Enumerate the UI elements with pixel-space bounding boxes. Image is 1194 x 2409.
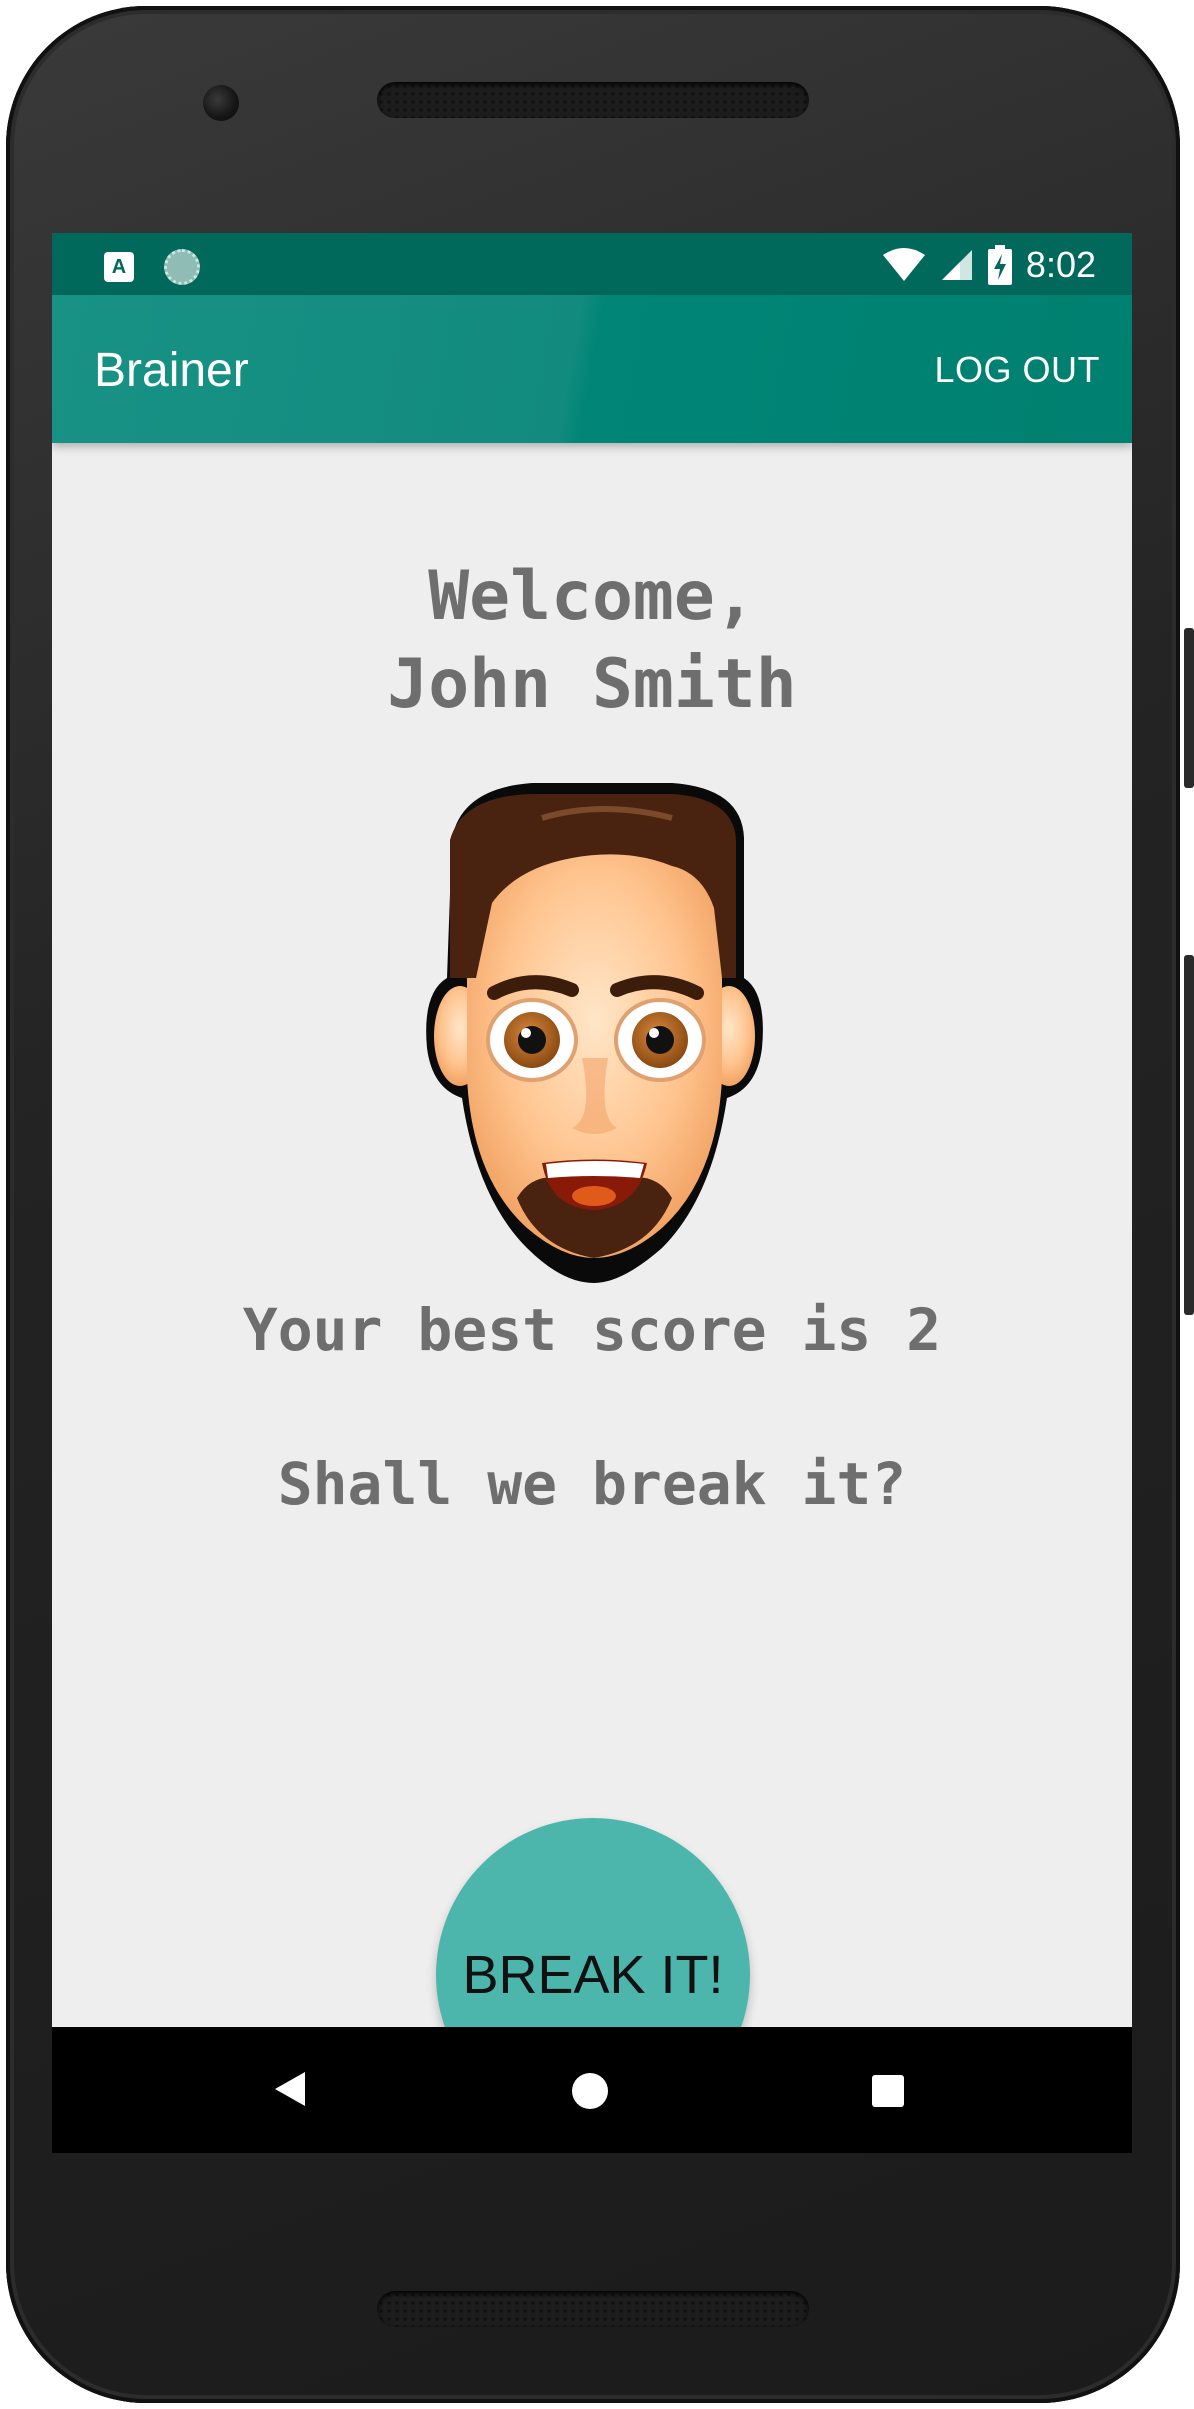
welcome-heading: Welcome, John Smith <box>52 553 1132 729</box>
welcome-greeting: Welcome, <box>428 557 756 636</box>
power-button <box>1184 628 1194 788</box>
back-icon[interactable] <box>273 2070 307 2108</box>
a-notification-icon: A <box>104 252 134 282</box>
volume-button <box>1184 955 1194 1315</box>
challenge-text: Shall we break it? <box>277 1450 907 1518</box>
app-bar: Brainer LOG OUT <box>52 295 1132 443</box>
user-name: John Smith <box>387 645 797 724</box>
status-notifications: A <box>104 249 200 285</box>
battery-charging-icon <box>987 245 1012 285</box>
home-icon[interactable] <box>572 2073 608 2109</box>
screen: A 8:02 Brainer LOG OUT Welcome, John Smi… <box>52 233 1132 2153</box>
navigation-bar <box>52 2027 1132 2153</box>
earpiece-speaker <box>377 82 809 118</box>
status-bar: A 8:02 <box>52 233 1132 295</box>
best-score-text: Your best score is 2 <box>242 1296 942 1364</box>
bottom-speaker <box>377 2291 809 2327</box>
signal-icon <box>941 250 972 280</box>
wifi-icon <box>882 248 925 281</box>
man-face-avatar-icon <box>426 783 763 1283</box>
recents-icon[interactable] <box>872 2075 904 2107</box>
phone-device: A 8:02 Brainer LOG OUT Welcome, John Smi… <box>0 0 1194 2409</box>
logout-button[interactable]: LOG OUT <box>934 349 1100 391</box>
main-content: Welcome, John Smith Your best score is 2… <box>52 443 1132 2132</box>
sync-icon <box>164 249 200 285</box>
status-time: 8:02 <box>1025 244 1096 285</box>
app-title: Brainer <box>94 344 249 397</box>
front-camera <box>203 85 239 121</box>
status-system-icons: 8:02 <box>882 243 1096 287</box>
